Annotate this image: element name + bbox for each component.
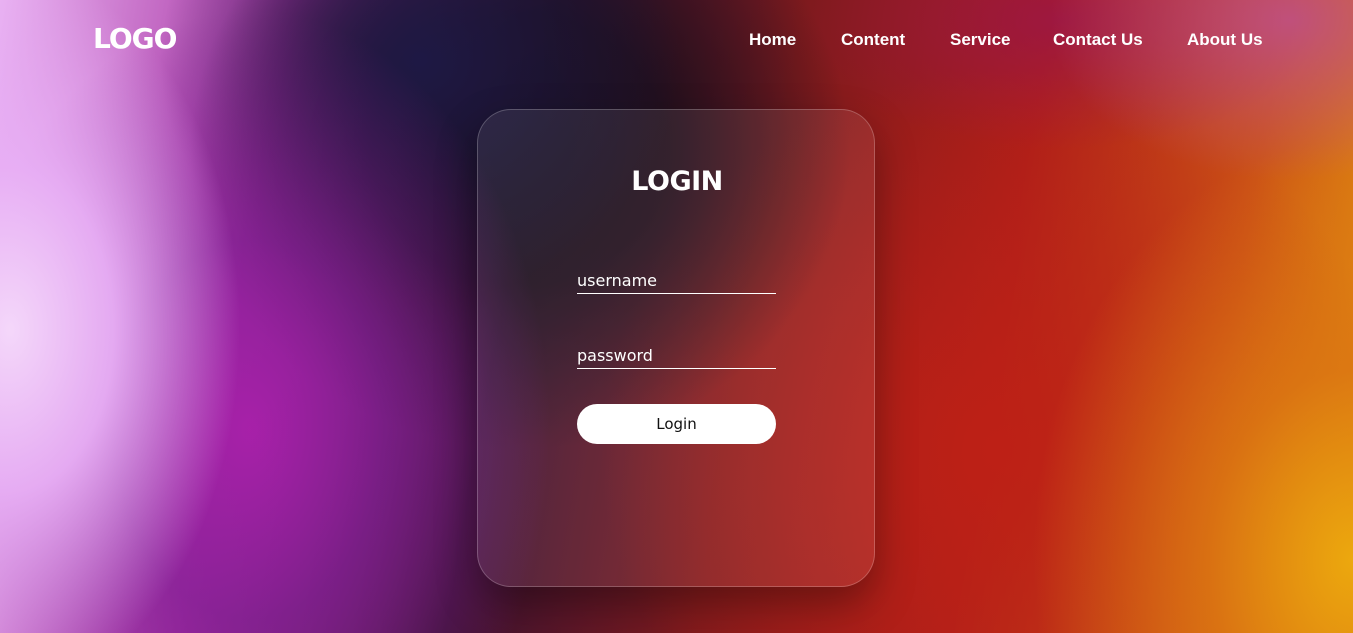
nav-link-contact-us[interactable]: Contact Us <box>1053 30 1143 50</box>
username-input[interactable] <box>577 267 776 294</box>
nav-link-content[interactable]: Content <box>841 30 905 50</box>
login-button[interactable]: Login <box>577 404 776 444</box>
login-card: LOGIN Login <box>477 109 875 587</box>
main-nav: Home Content Service Contact Us About Us <box>0 30 1353 52</box>
login-title: LOGIN <box>631 166 723 197</box>
nav-link-about-us[interactable]: About Us <box>1187 30 1263 50</box>
nav-link-service[interactable]: Service <box>950 30 1011 50</box>
password-input[interactable] <box>577 342 776 369</box>
nav-link-home[interactable]: Home <box>749 30 796 50</box>
